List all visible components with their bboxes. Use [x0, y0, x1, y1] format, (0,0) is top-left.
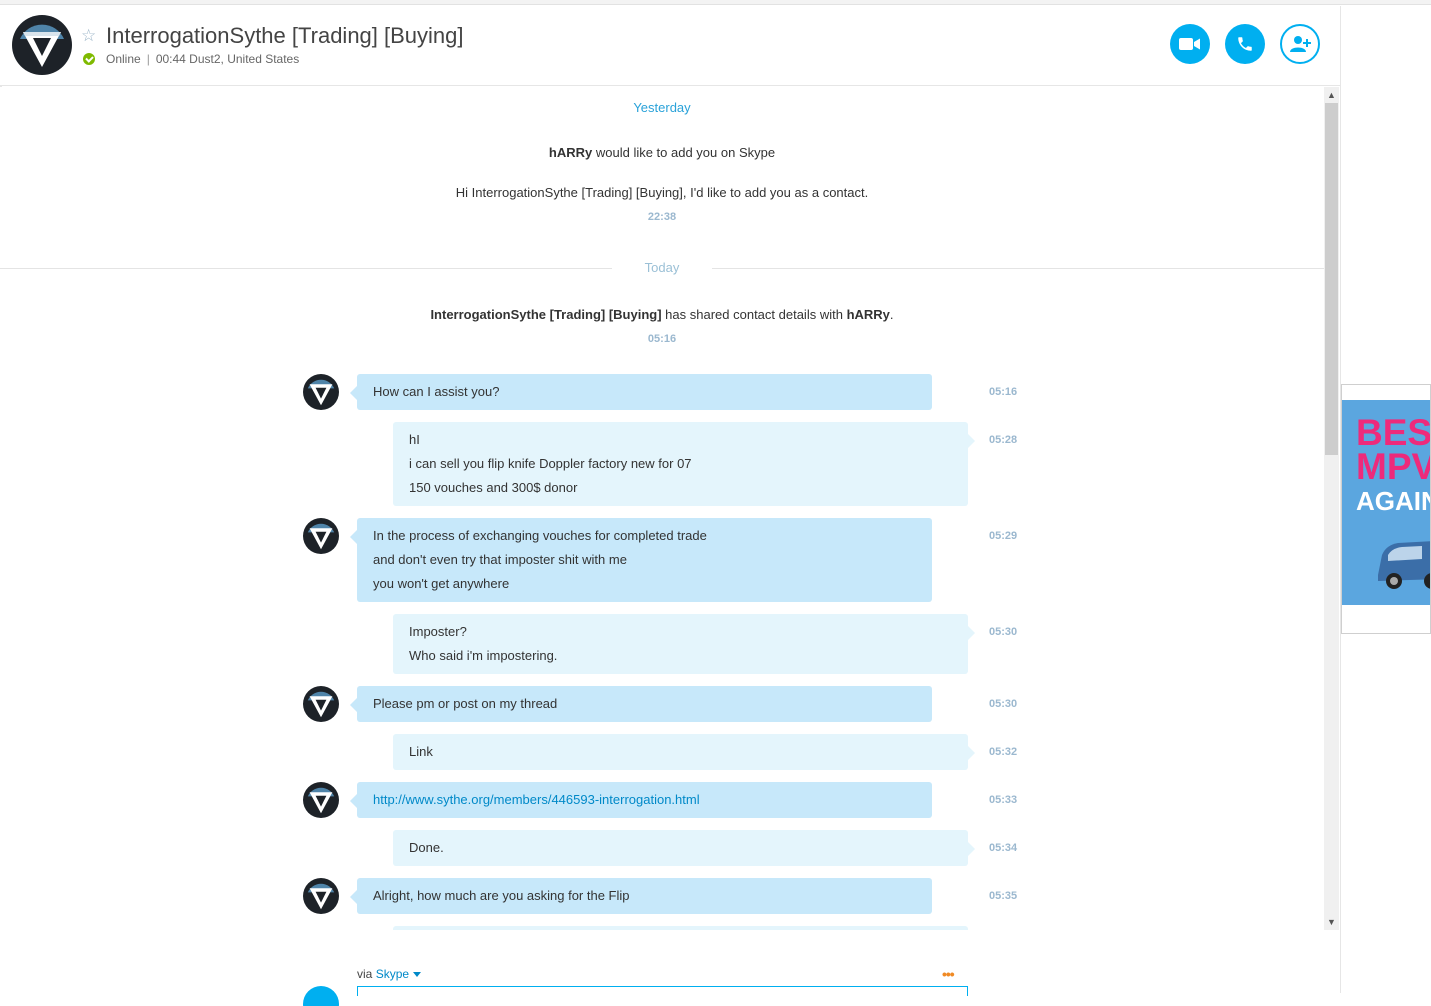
- message-line: How can I assist you?: [373, 384, 500, 399]
- via-label: via: [357, 967, 373, 981]
- message-time: 05:35: [989, 890, 1018, 902]
- message-time: 05:32: [989, 746, 1018, 758]
- shared-contact-name: InterrogationSythe [Trading] [Buying]: [430, 307, 662, 322]
- contact-name: InterrogationSythe [Trading] [Buying]: [106, 23, 464, 48]
- contact-request-message: Hi InterrogationSythe [Trading] [Buying]…: [455, 185, 869, 200]
- message-line: Alright, how much are you asking for the…: [373, 888, 630, 903]
- message-time: 05:33: [989, 794, 1018, 806]
- sender-avatar[interactable]: [303, 374, 339, 410]
- shared-contact-notice: InterrogationSythe [Trading] [Buying] ha…: [0, 307, 1324, 322]
- chat-scrollbar[interactable]: ▲ ▼: [1324, 87, 1339, 930]
- message-line: Imposter?: [409, 624, 467, 639]
- compose-area: via Skype •••: [0, 930, 1340, 1006]
- message-bubble-incoming[interactable]: Alright, how much are you asking for the…: [350, 878, 932, 914]
- scroll-thumb[interactable]: [1325, 103, 1338, 455]
- status-separator: |: [146, 52, 150, 66]
- status-text: Online: [106, 52, 141, 66]
- chevron-down-icon[interactable]: [413, 972, 422, 978]
- message-history[interactable]: Yesterday hARRy would like to add you on…: [0, 87, 1324, 930]
- ad-headline-3: AGAIN: [1356, 486, 1430, 516]
- message-bubble-incoming[interactable]: Please pm or post on my thread: [350, 686, 932, 722]
- scroll-up-arrow-icon[interactable]: ▲: [1324, 87, 1339, 103]
- conversation-header: ☆ InterrogationSythe [Trading] [Buying] …: [0, 6, 1340, 86]
- message-line: you won't get anywhere: [373, 576, 510, 591]
- via-service[interactable]: Skype: [376, 967, 409, 981]
- message-input[interactable]: [357, 986, 968, 996]
- favorite-star-icon[interactable]: ☆: [81, 26, 96, 46]
- message-bubble-incoming[interactable]: http://www.sythe.org/members/446593-inte…: [350, 782, 932, 818]
- message-time: 05:30: [989, 626, 1018, 638]
- add-people-button[interactable]: [1280, 24, 1320, 64]
- more-options-icon[interactable]: •••: [942, 966, 955, 982]
- contact-avatar[interactable]: [12, 15, 72, 75]
- sender-avatar[interactable]: [303, 782, 339, 818]
- message-line: Done.: [409, 840, 444, 855]
- sender-avatar[interactable]: [303, 686, 339, 722]
- scroll-down-arrow-icon[interactable]: ▼: [1324, 914, 1339, 930]
- window-top-strip: [0, 0, 1431, 5]
- status-row: Online | 00:44 Dust2, United States: [83, 52, 299, 66]
- day-label-yesterday: Yesterday: [633, 100, 691, 115]
- day-label-today: Today: [612, 260, 712, 275]
- message-time: 05:30: [989, 698, 1018, 710]
- message-line: Who said i'm impostering.: [409, 648, 558, 663]
- message-line: hI: [409, 432, 420, 447]
- shared-contact-time: 05:16: [647, 333, 677, 345]
- contact-request-time: 22:38: [647, 211, 677, 223]
- video-camera-icon: [1179, 38, 1200, 50]
- message-line: and don't even try that imposter shit wi…: [373, 552, 627, 567]
- video-call-button[interactable]: [1170, 24, 1210, 64]
- via-selector[interactable]: via Skype: [357, 967, 422, 981]
- message-time: 05:29: [989, 530, 1018, 542]
- message-bubble-incoming[interactable]: How can I assist you?: [350, 374, 932, 410]
- message-line: 150 vouches and 300$ donor: [409, 480, 578, 495]
- contact-request-notice: hARRy would like to add you on Skype: [0, 145, 1324, 160]
- message-link[interactable]: http://www.sythe.org/members/446593-inte…: [373, 788, 916, 812]
- message-bubble-incoming[interactable]: In the process of exchanging vouches for…: [350, 518, 932, 602]
- request-sender: hARRy: [548, 145, 593, 160]
- message-time: 05:34: [989, 842, 1018, 854]
- phone-icon: [1238, 37, 1252, 51]
- message-bubble-outgoing[interactable]: Done.: [393, 830, 975, 866]
- shared-contact-period: .: [889, 307, 894, 322]
- online-status-icon: [83, 53, 95, 65]
- audio-call-button[interactable]: [1225, 24, 1265, 64]
- sender-avatar[interactable]: [303, 518, 339, 554]
- add-person-icon: [1290, 36, 1311, 52]
- request-text: would like to add you on Skype: [595, 145, 776, 160]
- message-time: 05:16: [989, 386, 1018, 398]
- message-bubble-outgoing[interactable]: Link: [393, 734, 975, 770]
- status-detail: 00:44 Dust2, United States: [155, 52, 300, 66]
- message-line: i can sell you flip knife Doppler factor…: [409, 456, 692, 471]
- today-divider-right: [712, 268, 1324, 269]
- car-image: [1378, 541, 1430, 589]
- shared-contact-target: hARRy: [846, 307, 890, 322]
- advertisement[interactable]: BEST MPV AGAIN: [1341, 384, 1431, 634]
- my-avatar: [303, 986, 339, 1006]
- today-divider-left: [0, 268, 612, 269]
- message-line: In the process of exchanging vouches for…: [373, 528, 707, 543]
- ad-headline-2: MPV: [1356, 446, 1431, 487]
- message-bubble-outgoing[interactable]: Imposter? Who said i'm impostering.: [393, 614, 975, 674]
- message-line: Please pm or post on my thread: [373, 696, 558, 711]
- shared-contact-text: has shared contact details with: [665, 307, 843, 322]
- ad-banner: BEST MPV AGAIN: [1342, 400, 1431, 605]
- message-bubble-outgoing[interactable]: hI i can sell you flip knife Doppler fac…: [393, 422, 975, 506]
- message-time: 05:28: [989, 434, 1018, 446]
- sender-avatar[interactable]: [303, 878, 339, 914]
- message-line: Link: [409, 744, 433, 759]
